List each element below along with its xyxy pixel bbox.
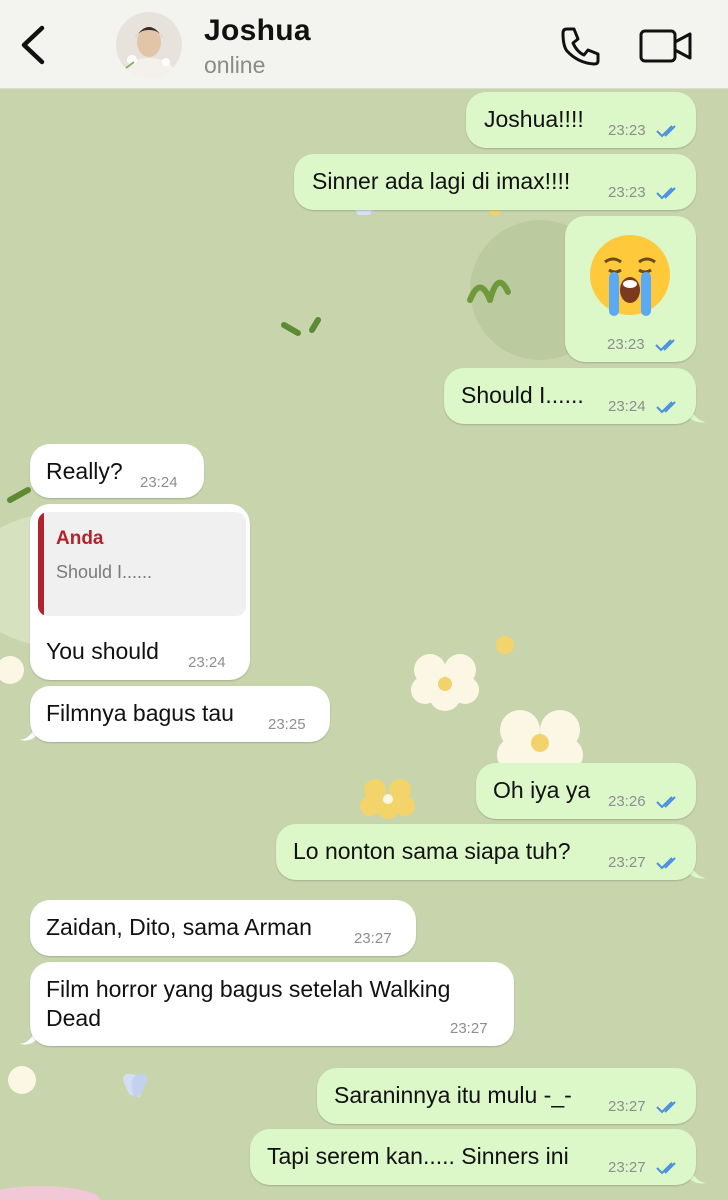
message-bubble-outgoing[interactable]: Saraninnya itu mulu -_- 23:27 xyxy=(317,1068,696,1124)
double-check-read-icon xyxy=(656,1101,676,1114)
voice-call-button[interactable] xyxy=(558,24,602,68)
quoted-text: Should I...... xyxy=(56,562,153,582)
message-bubble-outgoing[interactable]: Sinner ada lagi di imax!!!! 23:23 xyxy=(294,154,696,210)
message-time: 23:27 xyxy=(354,930,392,947)
double-check-read-icon xyxy=(656,125,676,138)
message-bubble-incoming[interactable]: Zaidan, Dito, sama Arman 23:27 xyxy=(30,900,416,956)
back-button[interactable] xyxy=(14,22,50,68)
message-bubble-incoming-reply[interactable]: Anda Should I...... You should 23:24 xyxy=(30,504,250,680)
message-time: 23:25 xyxy=(268,716,306,733)
contact-name[interactable]: Joshua xyxy=(204,14,311,48)
contact-avatar[interactable] xyxy=(116,12,182,78)
quoted-message[interactable]: Anda Should I...... xyxy=(38,512,246,616)
message-time: 23:24 xyxy=(140,474,178,491)
message-time: 23:24 xyxy=(188,654,226,671)
message-time: 23:26 xyxy=(608,793,646,810)
double-check-read-icon xyxy=(656,187,676,200)
message-bubble-incoming[interactable]: Filmnya bagus tau 23:25 xyxy=(30,686,330,742)
message-text-line-1: Film horror yang bagus setelah Walking xyxy=(46,976,451,1002)
message-text: Lo nonton sama siapa tuh? xyxy=(293,838,571,864)
double-check-read-icon xyxy=(655,339,675,352)
message-bubble-outgoing[interactable]: Oh iya ya 23:26 xyxy=(476,763,696,819)
message-bubble-outgoing[interactable]: Should I...... 23:24 xyxy=(444,368,696,424)
message-time: 23:24 xyxy=(608,398,646,415)
message-time: 23:27 xyxy=(608,1098,646,1115)
avatar-image xyxy=(116,12,182,78)
chevron-left-icon xyxy=(21,25,45,65)
message-text: Should I...... xyxy=(461,382,584,408)
message-bubble-outgoing[interactable]: Joshua!!!! 23:23 xyxy=(466,92,696,148)
message-text: Joshua!!!! xyxy=(484,106,584,132)
message-text: Filmnya bagus tau xyxy=(46,700,234,726)
message-bubble-outgoing[interactable]: Tapi serem kan..... Sinners ini 23:27 xyxy=(250,1129,696,1185)
quote-accent-bar xyxy=(38,512,44,616)
message-time: 23:27 xyxy=(608,854,646,871)
chat-header: Joshua online xyxy=(0,0,728,89)
message-bubble-outgoing[interactable]: Lo nonton sama siapa tuh? 23:27 xyxy=(276,824,696,880)
double-check-read-icon xyxy=(656,796,676,809)
message-time: 23:23 xyxy=(608,184,646,201)
message-bubble-incoming[interactable]: Film horror yang bagus setelah Walking D… xyxy=(30,962,514,1046)
message-text: Oh iya ya xyxy=(493,777,591,803)
message-text: Sinner ada lagi di imax!!!! xyxy=(312,168,571,194)
message-time: 23:27 xyxy=(608,1159,646,1176)
message-time: 23:23 xyxy=(607,336,645,353)
double-check-read-icon xyxy=(656,1162,676,1175)
loudly-crying-face-emoji xyxy=(590,235,670,316)
video-camera-icon xyxy=(639,29,692,63)
message-text-line-2: Dead xyxy=(46,1005,101,1031)
message-bubble-incoming[interactable]: Really? 23:24 xyxy=(30,444,204,498)
message-time: 23:23 xyxy=(608,122,646,139)
message-bubble-emoji[interactable]: 23:23 xyxy=(565,216,696,362)
contact-status: online xyxy=(204,52,266,78)
message-text: Zaidan, Dito, sama Arman xyxy=(46,914,312,940)
video-call-button[interactable] xyxy=(638,28,694,64)
quoted-author: Anda xyxy=(56,528,104,549)
message-text: Tapi serem kan..... Sinners ini xyxy=(267,1143,569,1169)
message-time: 23:27 xyxy=(450,1020,488,1037)
message-text: You should xyxy=(46,638,159,664)
double-check-read-icon xyxy=(656,857,676,870)
double-check-read-icon xyxy=(656,401,676,414)
message-text: Really? xyxy=(46,458,123,484)
message-text: Saraninnya itu mulu -_- xyxy=(334,1082,572,1108)
phone-icon xyxy=(561,27,600,66)
